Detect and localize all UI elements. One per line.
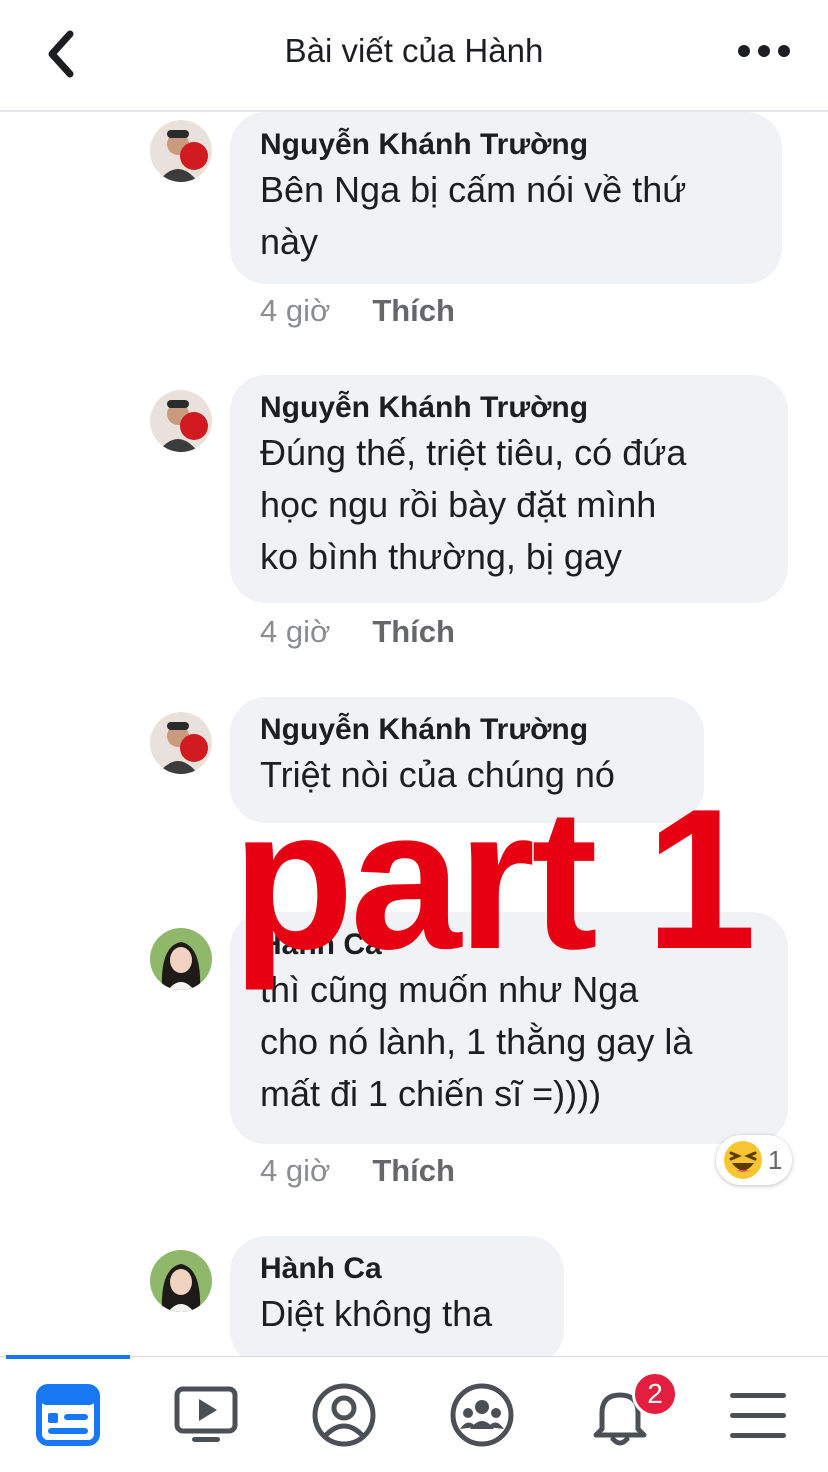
nav-tab-news-feed[interactable] [0, 1357, 138, 1472]
profile-icon [312, 1383, 376, 1447]
comment-text-line: Đúng thế, triệt tiêu, có đứa [260, 432, 687, 473]
comment-meta: 4 giờ Thích [260, 293, 455, 329]
like-button[interactable]: Thích [372, 293, 455, 328]
avatar[interactable] [150, 928, 212, 990]
woman-avatar-icon [150, 928, 212, 990]
avatar[interactable] [150, 712, 212, 774]
comment-author[interactable]: Nguyễn Khánh Trường [260, 711, 674, 749]
man-avatar-icon [150, 390, 212, 452]
top-bar: Bài viết của Hành [0, 0, 828, 112]
news-feed-icon [36, 1384, 100, 1446]
nav-tab-groups[interactable] [414, 1357, 552, 1472]
man-avatar-icon [150, 120, 212, 182]
man-avatar-icon [150, 712, 212, 774]
page-title: Bài viết của Hành [284, 32, 544, 69]
comment-time: 4 giờ [260, 614, 331, 649]
watch-video-icon [174, 1386, 238, 1442]
like-button[interactable]: Thích [372, 1153, 455, 1188]
comment-text-line: học ngu rồi bày đặt mình [260, 484, 657, 525]
avatar[interactable] [150, 390, 212, 452]
comment-text-line: này [260, 221, 319, 262]
reaction-summary[interactable]: 1 [716, 1135, 792, 1185]
comment-text-line: Bên Nga bị cấm nói về thứ [260, 169, 687, 210]
comment-bubble[interactable]: Nguyễn Khánh Trường Đúng thế, triệt tiêu… [230, 375, 788, 603]
comment-bubble[interactable]: Hành Ca Diệt không tha [230, 1236, 564, 1366]
woman-avatar-icon [150, 1250, 212, 1312]
comment-meta: 4 giờ Thích [260, 614, 455, 650]
comment-bubble[interactable]: Nguyễn Khánh Trường Bên Nga bị cấm nói v… [230, 112, 782, 284]
nav-tab-menu[interactable] [690, 1357, 828, 1472]
haha-emoji-icon [724, 1141, 762, 1179]
comment-text-line: ko bình thường, bị gay [260, 536, 622, 577]
comment-meta: 4 giờ Thích [260, 1153, 455, 1189]
avatar[interactable] [150, 1250, 212, 1312]
notification-badge: 2 [632, 1371, 678, 1417]
avatar[interactable] [150, 120, 212, 182]
comment-text-line: cho nó lành, 1 thằng gay là [260, 1021, 693, 1062]
more-options-button[interactable] [736, 36, 792, 66]
menu-icon [730, 1393, 786, 1438]
comment-author[interactable]: Nguyễn Khánh Trường [260, 126, 752, 164]
reaction-count: 1 [768, 1145, 783, 1175]
comment-text-line: Diệt không tha [260, 1293, 493, 1334]
comment-time: 4 giờ [260, 1153, 331, 1188]
comment-author[interactable]: Nguyễn Khánh Trường [260, 389, 758, 427]
more-dots-icon [738, 45, 790, 57]
comment-text-line: mất đi 1 chiến sĩ =)))) [260, 1073, 602, 1114]
groups-icon [450, 1383, 514, 1447]
comment-author[interactable]: Hành Ca [260, 1250, 534, 1288]
nav-tab-profile[interactable] [276, 1357, 414, 1472]
overlay-caption: part 1 [232, 768, 757, 991]
nav-tab-notifications[interactable]: 2 [552, 1357, 690, 1472]
bottom-nav: 2 [0, 1355, 828, 1472]
nav-tab-watch[interactable] [138, 1357, 276, 1472]
comment-time: 4 giờ [260, 293, 331, 328]
like-button[interactable]: Thích [372, 614, 455, 649]
